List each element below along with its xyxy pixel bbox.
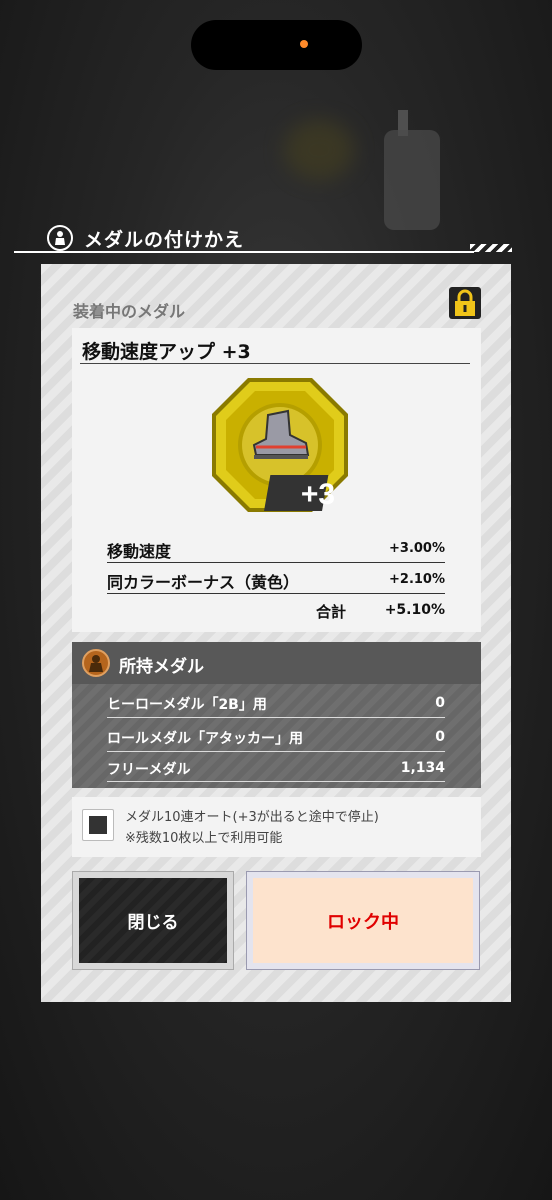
owned-count: 0 [435, 695, 445, 711]
screen-header: メダルの付けかえ [0, 220, 552, 256]
stat-value: +2.10% [389, 572, 445, 587]
owned-divider [107, 717, 445, 718]
dynamic-island [191, 20, 362, 70]
close-button[interactable]: 閉じる [72, 871, 234, 970]
stat-row-color-bonus: 同カラーボーナス（黄色） +2.10% [107, 569, 445, 593]
owned-divider [107, 781, 445, 782]
lock-button[interactable]: ロック中 [246, 871, 480, 970]
medal-name: 移動速度アップ +3 [82, 341, 251, 363]
medal-name-divider [80, 363, 470, 364]
owned-row-role: ロールメダル「アタッカー」用 0 [107, 728, 445, 750]
auto-option-label: メダル10連オート(+3が出ると途中で停止) [125, 810, 379, 825]
owned-row-free: フリーメダル 1,134 [107, 759, 445, 781]
lock-icon[interactable] [449, 287, 481, 319]
owned-label: ヒーローメダル「2B」用 [107, 697, 267, 713]
owned-label: フリーメダル [107, 762, 191, 778]
close-button-label: 閉じる [79, 878, 227, 963]
medal-image: +3 [210, 375, 350, 515]
lock-button-label: ロック中 [253, 878, 473, 963]
auto-option-note: ※残数10枚以上で利用可能 [125, 831, 283, 846]
background-blur [284, 120, 354, 180]
stat-value: +3.00% [389, 541, 445, 556]
stat-divider [107, 562, 445, 563]
owned-divider [107, 751, 445, 752]
owned-count: 1,134 [400, 760, 445, 776]
auto-checkbox[interactable] [82, 809, 114, 841]
stat-label: 同カラーボーナス（黄色） [107, 573, 300, 592]
hero-icon [47, 225, 73, 251]
camera-indicator-dot [300, 40, 308, 48]
total-value: +5.10% [384, 602, 445, 618]
total-label: 合計 [316, 603, 347, 621]
page-title: メダルの付けかえ [84, 229, 245, 251]
checkbox-disabled-fill [89, 816, 107, 834]
owned-count: 0 [435, 729, 445, 745]
background-robot [384, 130, 440, 230]
equipped-section-label: 装着中のメダル [73, 302, 186, 321]
medal-bag-icon [82, 649, 110, 677]
medal-level-badge: +3 [301, 478, 335, 511]
stat-row-move-speed: 移動速度 +3.00% [107, 538, 445, 562]
owned-medals-title: 所持メダル [119, 657, 204, 677]
header-divider [14, 251, 474, 253]
stat-divider [107, 593, 445, 594]
stat-label: 移動速度 [107, 542, 172, 561]
owned-label: ロールメダル「アタッカー」用 [107, 731, 303, 747]
owned-row-hero: ヒーローメダル「2B」用 0 [107, 694, 445, 716]
header-stripe-decoration [470, 244, 512, 252]
